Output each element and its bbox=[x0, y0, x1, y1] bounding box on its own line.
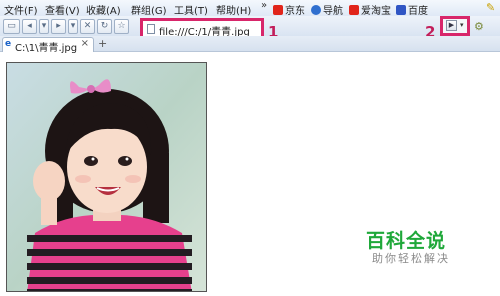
menu-help[interactable]: 帮助(H) bbox=[216, 2, 251, 17]
star-icon[interactable]: ☆ bbox=[114, 19, 129, 34]
reading-mode-icon[interactable]: ▭ bbox=[3, 19, 20, 34]
ie-icon: e bbox=[5, 39, 12, 49]
menu-file[interactable]: 文件(F) bbox=[4, 2, 38, 17]
watermark-subtitle: 助你轻松解决 bbox=[372, 252, 450, 265]
baidu-icon bbox=[396, 5, 406, 15]
play-dropdown-icon[interactable]: ▾ bbox=[460, 21, 464, 29]
bookmark-baidu[interactable]: 百度 bbox=[396, 2, 428, 17]
stop-icon[interactable]: ✕ bbox=[80, 19, 95, 34]
play-icon[interactable]: ▶ bbox=[446, 20, 457, 31]
tab-bar: e C:\1\青青.jpg × bbox=[0, 36, 500, 54]
play-button-highlight: ▶ ▾ bbox=[440, 16, 470, 36]
tab-image[interactable]: e C:\1\青青.jpg × bbox=[2, 37, 94, 54]
menu-view[interactable]: 查看(V) bbox=[45, 2, 80, 17]
bookmark-nav[interactable]: 导航 bbox=[311, 2, 343, 17]
menu-bar: 文件(F) 查看(V) 收藏(A) 群组(G) 工具(T) 帮助(H) » 京东… bbox=[0, 0, 500, 17]
tools-icon[interactable]: ⚙ bbox=[474, 20, 484, 33]
back-dropdown-icon[interactable]: ▾ bbox=[39, 19, 49, 34]
watermark-title: 百科全说 bbox=[366, 230, 447, 252]
bookmark-taobao[interactable]: 爱淘宝 bbox=[349, 2, 391, 17]
refresh-icon[interactable]: ↻ bbox=[97, 19, 112, 34]
menu-favorites[interactable]: 收藏(A) bbox=[86, 2, 121, 17]
close-tab-icon[interactable]: × bbox=[81, 38, 89, 49]
bookmark-jd[interactable]: 京东 bbox=[273, 2, 305, 17]
forward-icon[interactable]: ▸ bbox=[51, 19, 66, 34]
forward-dropdown-icon[interactable]: ▾ bbox=[68, 19, 78, 34]
tab-title: C:\1\青青.jpg bbox=[15, 43, 78, 54]
more-chevron-icon[interactable]: » bbox=[261, 0, 267, 11]
portrait-photo bbox=[6, 62, 207, 292]
taobao-icon bbox=[349, 5, 359, 15]
back-icon[interactable]: ◂ bbox=[22, 19, 37, 34]
jd-icon bbox=[273, 5, 283, 15]
feather-icon[interactable]: ✎ bbox=[486, 1, 495, 14]
new-tab-button[interactable]: + bbox=[98, 37, 107, 50]
menu-tools[interactable]: 工具(T) bbox=[174, 2, 208, 17]
globe-icon bbox=[311, 5, 321, 15]
page-icon bbox=[147, 24, 155, 34]
menu-groups[interactable]: 群组(G) bbox=[131, 2, 167, 17]
